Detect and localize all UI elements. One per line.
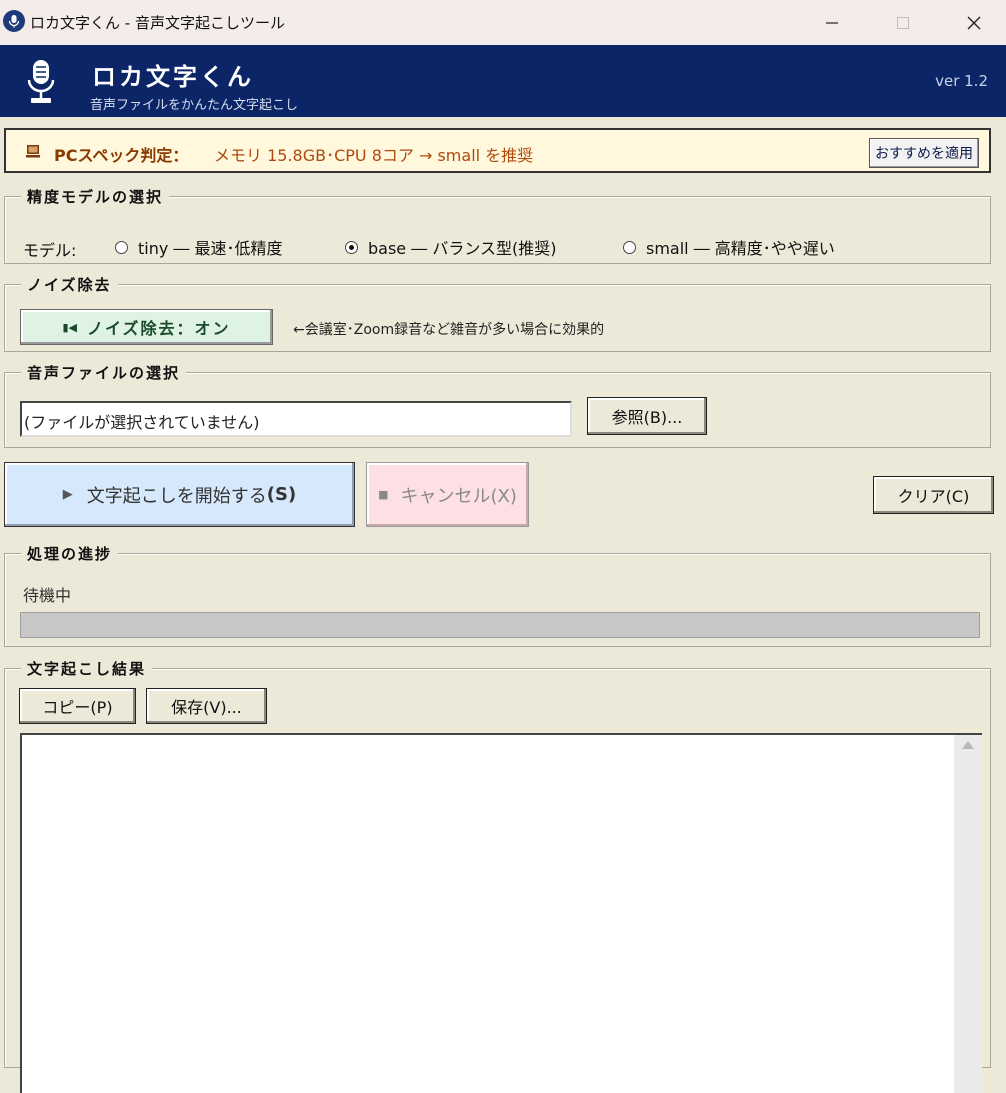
progress-group-title: 処理の進捗 bbox=[21, 543, 119, 564]
apply-recommendation-button[interactable]: おすすめを適用 bbox=[869, 138, 979, 168]
copy-button[interactable]: コピー(P) bbox=[19, 688, 136, 724]
close-icon bbox=[967, 16, 981, 29]
clear-button[interactable]: クリア(C) bbox=[873, 476, 994, 514]
start-shortcut: (S) bbox=[266, 484, 297, 505]
model-radio-small[interactable]: small ― 高精度･やや遅い bbox=[623, 235, 835, 259]
model-group: 精度モデルの選択 モデル: tiny ― 最速･低精度 base ― バランス型… bbox=[4, 186, 991, 264]
app-header: ロカ文字くん 音声ファイルをかんたん文字起こし ver 1.2 bbox=[0, 45, 1006, 117]
window-titlebar: ロカ文字くん - 音声文字起こしツール bbox=[0, 0, 1006, 45]
microphone-icon bbox=[27, 60, 55, 103]
version-label: ver 1.2 bbox=[935, 72, 988, 90]
noise-toggle-button[interactable]: ▮◀ ノイズ除去：オン bbox=[20, 309, 273, 345]
start-transcription-button[interactable]: ▶ 文字起こしを開始する (S) bbox=[4, 462, 355, 527]
noise-group: ノイズ除去 ▮◀ ノイズ除去：オン ←会議室･Zoom録音など雑音が多い場合に効… bbox=[4, 274, 991, 352]
model-radio-tiny[interactable]: tiny ― 最速･低精度 bbox=[115, 235, 283, 259]
result-group: 文字起こし結果 コピー(P) 保存(V)... bbox=[4, 658, 991, 1093]
cancel-label: キャンセル(X) bbox=[400, 485, 517, 507]
file-group: 音声ファイルの選択 (ファイルが選択されていません) 参照(B)... bbox=[4, 362, 991, 448]
progress-bar bbox=[20, 612, 980, 638]
radio-indicator[interactable] bbox=[345, 240, 358, 254]
play-icon: ▶ bbox=[62, 487, 73, 502]
window-title: ロカ文字くん - 音声文字起こしツール bbox=[30, 14, 285, 32]
spec-banner: PCスペック判定： メモリ 15.8GB･CPU 8コア → small を推奨… bbox=[4, 128, 991, 173]
progress-group: 処理の進捗 待機中 bbox=[4, 543, 991, 647]
noise-toggle-label: ノイズ除去：オン bbox=[86, 319, 231, 338]
model-option-label: base ― バランス型(推奨) bbox=[368, 239, 557, 258]
speaker-icon: ▮◀ bbox=[62, 320, 77, 334]
pc-icon bbox=[26, 145, 40, 158]
minimize-button[interactable] bbox=[800, 0, 864, 45]
model-option-label: small ― 高精度･やや遅い bbox=[646, 239, 835, 258]
radio-indicator[interactable] bbox=[115, 240, 128, 254]
app-subtitle: 音声ファイルをかんたん文字起こし bbox=[90, 98, 299, 113]
app-icon bbox=[3, 10, 25, 32]
browse-button[interactable]: 参照(B)... bbox=[587, 397, 707, 435]
spec-value: メモリ 15.8GB･CPU 8コア → small を推奨 bbox=[214, 146, 534, 165]
status-text: 待機中 bbox=[23, 586, 72, 605]
save-button[interactable]: 保存(V)... bbox=[146, 688, 267, 724]
maximize-button[interactable] bbox=[871, 0, 935, 45]
maximize-icon bbox=[897, 16, 909, 29]
cancel-button[interactable]: ■ キャンセル(X) bbox=[366, 462, 529, 527]
scroll-up-icon[interactable] bbox=[962, 741, 974, 749]
noise-group-title: ノイズ除去 bbox=[21, 274, 118, 295]
model-group-title: 精度モデルの選択 bbox=[21, 186, 170, 207]
file-path-field[interactable]: (ファイルが選択されていません) bbox=[20, 401, 572, 437]
result-group-title: 文字起こし結果 bbox=[21, 658, 153, 679]
result-scrollbar[interactable] bbox=[954, 735, 982, 1093]
spec-label: PCスペック判定： bbox=[54, 146, 189, 165]
model-label: モデル: bbox=[23, 241, 77, 260]
close-button[interactable] bbox=[942, 0, 1006, 45]
app-name: ロカ文字くん bbox=[92, 63, 254, 91]
minimize-icon bbox=[826, 21, 838, 24]
radio-indicator[interactable] bbox=[623, 240, 636, 254]
noise-hint: ←会議室･Zoom録音など雑音が多い場合に効果的 bbox=[293, 322, 605, 338]
start-label: 文字起こしを開始する bbox=[86, 485, 267, 507]
file-group-title: 音声ファイルの選択 bbox=[21, 362, 187, 383]
stop-icon: ■ bbox=[378, 488, 389, 501]
model-radio-base[interactable]: base ― バランス型(推奨) bbox=[345, 235, 556, 259]
result-textarea[interactable] bbox=[20, 733, 982, 1093]
model-option-label: tiny ― 最速･低精度 bbox=[138, 239, 283, 258]
